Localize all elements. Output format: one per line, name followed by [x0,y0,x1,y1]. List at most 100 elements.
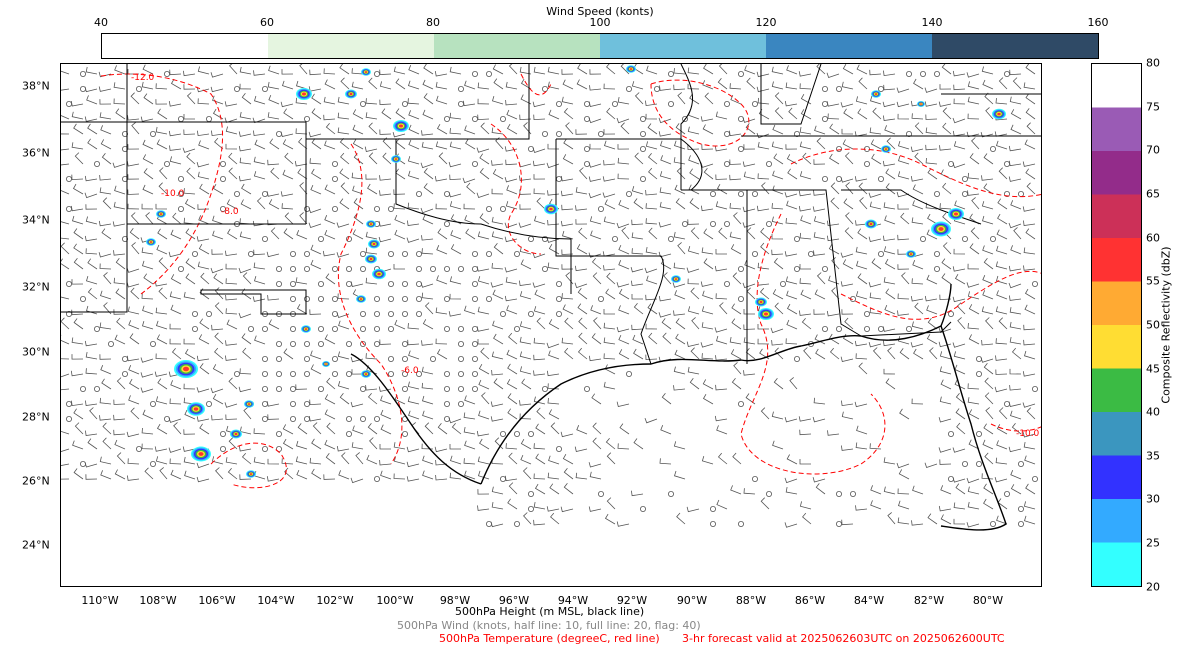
calm-wind-circle [178,176,185,183]
wind-barb [589,471,602,480]
wind-barb [826,310,840,317]
wind-barb [519,280,532,286]
wind-barb [855,96,868,105]
calm-wind-circle [724,131,731,138]
wind-barb [562,154,574,165]
wind-barb [225,126,238,135]
wind-barb [633,348,644,360]
calm-wind-circle [261,445,268,452]
wind-barb [436,275,448,285]
wind-barb [984,392,994,405]
wind-barb [493,243,504,255]
wind-barb [731,378,742,390]
wind-barb [786,454,798,465]
wind-barb [463,100,476,107]
wind-barb [378,221,392,227]
wind-barb [700,116,714,122]
wind-barb [605,437,616,450]
wind-barb [172,212,182,225]
wind-barb [605,288,616,300]
wind-barb [1008,282,1022,289]
wind-barb [380,395,392,405]
wind-barb [168,101,182,107]
calm-wind-circle [261,355,268,362]
lat-label: 32°N [22,280,50,294]
wind-barb [1008,160,1022,167]
calm-wind-circle [457,85,464,92]
wind-barb [813,190,826,196]
wind-barb [645,100,658,107]
wind-barb [630,266,644,273]
wind-barb [785,217,798,225]
wind-barb [380,424,392,435]
wind-barb [197,130,210,137]
wind-barb [547,370,560,377]
wind-barb [1011,347,1022,360]
wind-barb [379,459,392,466]
wind-barb [578,227,588,240]
wind-barb [155,456,168,465]
wind-barb [898,469,910,480]
wind-barb [463,305,476,315]
wind-barb [954,273,966,285]
wind-barb [995,261,1008,270]
calm-wind-circle [178,265,185,272]
wind-barb [715,174,728,180]
wind-barb [299,64,308,75]
wind-barb [604,199,616,210]
wind-barb [378,236,392,243]
wind-barb [437,228,448,240]
calm-wind-circle [275,340,282,347]
wind-barb [350,281,364,287]
wind-barb [310,244,322,255]
wind-barb [589,216,602,225]
calm-wind-circle [724,101,731,108]
reflectivity-cell [549,207,553,211]
calm-wind-circle [710,220,717,227]
wind-barb [422,79,434,90]
wind-barb [560,220,574,227]
wind-barb [616,282,630,288]
calm-wind-circle [513,430,520,437]
wind-barb [522,467,532,480]
wind-color-segment [434,34,600,58]
lon-label: 84°W [853,594,885,607]
wind-barb [102,197,112,210]
wind-barb [492,320,504,330]
wind-barb [61,448,70,453]
calm-wind-circle [345,280,352,287]
wind-barb [617,173,630,180]
wind-barb [284,152,294,165]
wind-barb [481,392,490,405]
calm-wind-circle [79,460,86,467]
wind-barb [968,334,980,345]
wind-barb [942,122,952,135]
wind-barb [492,95,504,105]
wind-barb [602,251,616,257]
wind-barb [155,99,168,105]
calm-wind-circle [457,325,464,332]
wind-barb [365,174,378,180]
wind-barb [897,310,910,316]
reflectivity-tick-label: 50 [1146,318,1160,332]
calm-wind-circle [822,265,829,272]
reflectivity-tick-label: 55 [1146,274,1160,288]
wind-barb [981,175,994,181]
wind-barb [253,130,266,136]
wind-barb [844,227,854,240]
calm-wind-circle [738,265,745,272]
wind-barb [478,364,490,375]
reflectivity-colorbar-swatches [1092,64,1141,587]
wind-barb [759,287,770,300]
calm-wind-circle [373,475,380,482]
wind-barb [533,174,546,180]
wind-barb [548,244,560,255]
wind-barb [955,408,966,420]
reflectivity-tick-label: 25 [1146,536,1160,550]
wind-barb [701,322,714,330]
calm-wind-circle [584,101,591,108]
wind-barb [534,289,546,300]
wind-barb [379,129,392,135]
wind-barb [462,177,476,184]
wind-barb [70,370,84,377]
